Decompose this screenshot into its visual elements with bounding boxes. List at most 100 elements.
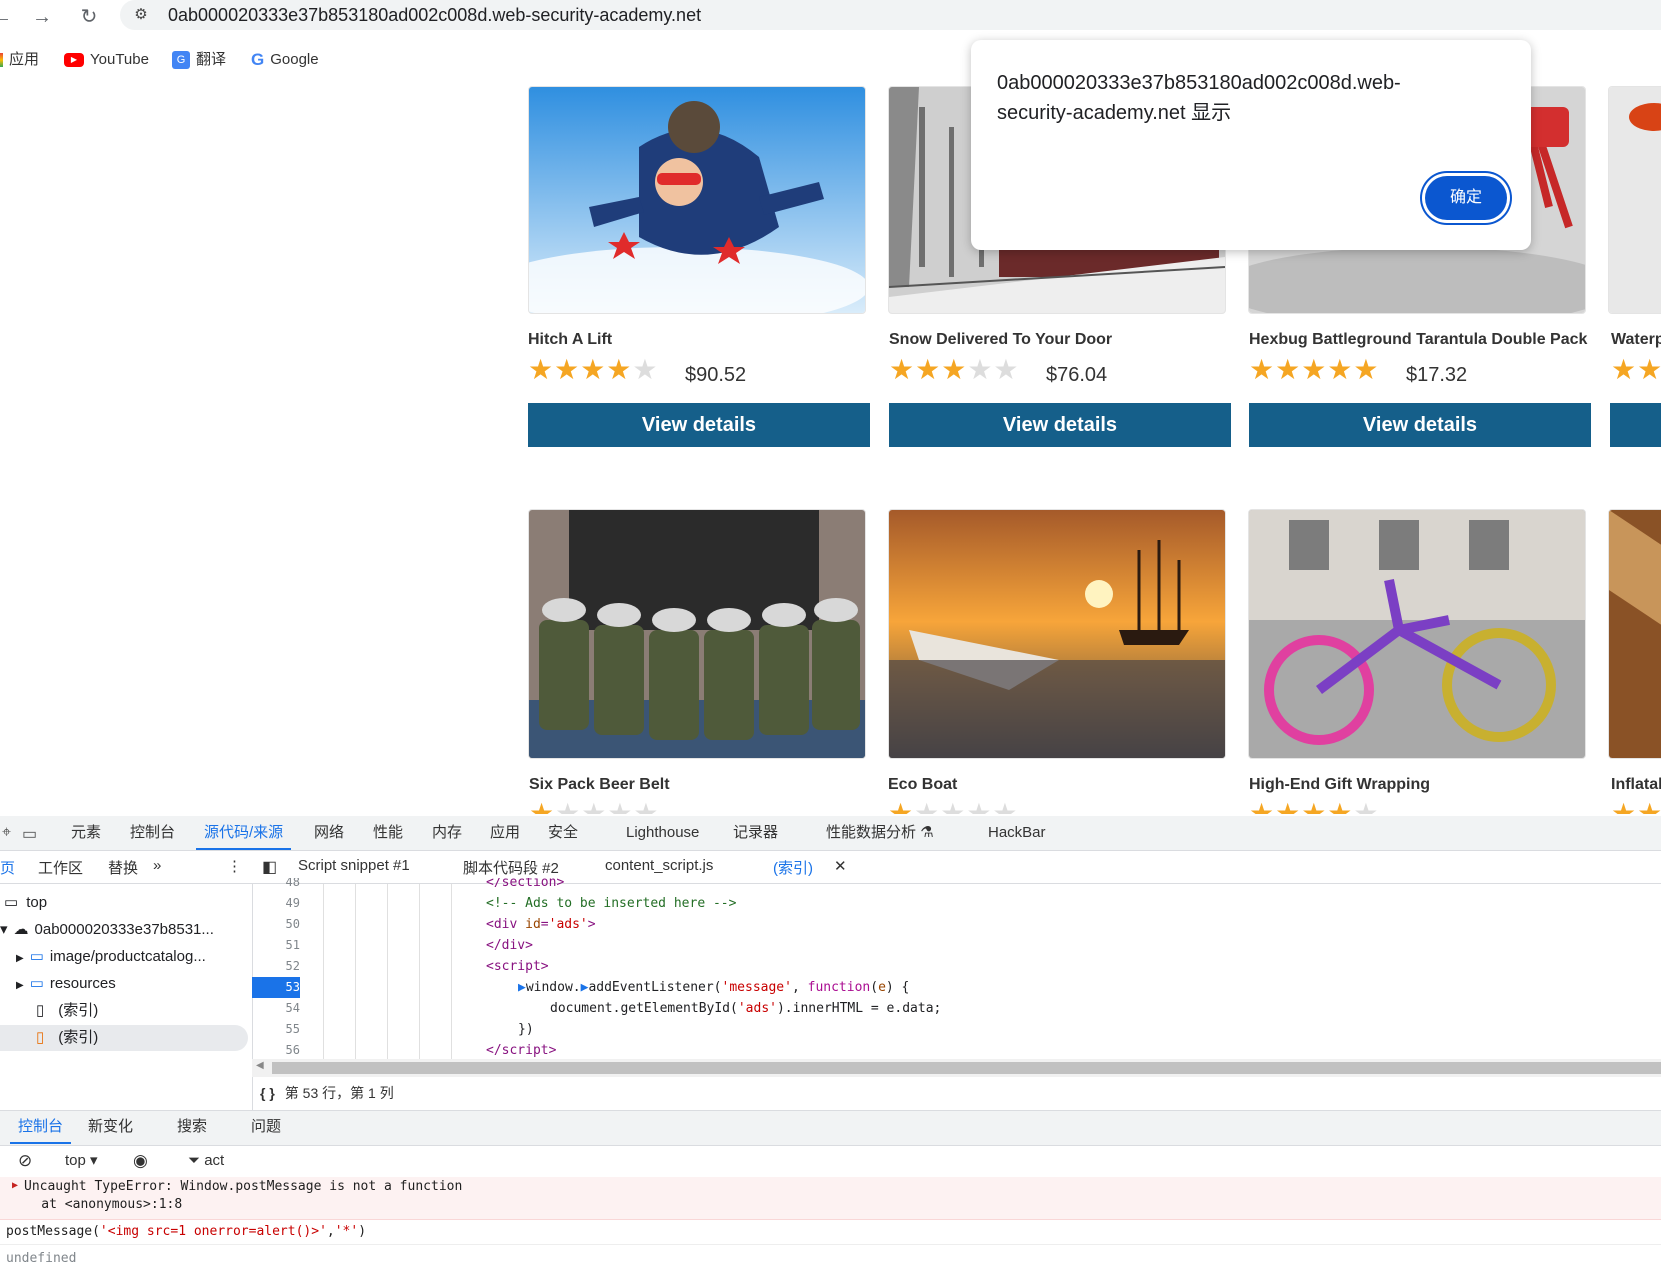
product-image-waterproof[interactable]: [1608, 86, 1661, 314]
partial-product-image: [1609, 87, 1661, 313]
tree-item-file[interactable]: ▯ (索引): [0, 998, 248, 1024]
bookmark-google[interactable]: G Google: [251, 50, 319, 70]
product-image-gift-wrapping[interactable]: [1248, 509, 1586, 759]
pretty-print-icon[interactable]: { }: [260, 1085, 275, 1101]
line-number: 55: [285, 1022, 300, 1036]
editor-tab[interactable]: Script snippet #1: [298, 857, 410, 874]
code-line: </script>: [486, 1043, 557, 1058]
alert-dialog: 0ab000020333e37b853180ad002c008d.web- se…: [971, 40, 1531, 250]
console-filter[interactable]: ⏷ act: [188, 1150, 224, 1172]
bookmark-label: 应用: [9, 51, 40, 68]
alert-message-line: security-academy.net 显示: [997, 102, 1232, 124]
bookmark-label: YouTube: [90, 51, 149, 68]
google-icon: G: [251, 50, 265, 70]
tab-label: 性能数据分析: [826, 824, 917, 841]
tab-lighthouse[interactable]: Lighthouse: [626, 816, 699, 850]
close-tab-icon[interactable]: ✕: [834, 857, 847, 875]
drawer-tab-console[interactable]: 控制台: [10, 1110, 72, 1144]
drawer-tab-issues[interactable]: 问题: [251, 1110, 281, 1144]
device-toggle-icon[interactable]: ▭: [22, 824, 37, 844]
code-line: <div id='ads'>: [486, 917, 596, 932]
document-icon: ▯: [36, 1029, 45, 1046]
product-image-inflatable[interactable]: [1608, 509, 1661, 759]
drawer-tab-search[interactable]: 搜索: [177, 1110, 207, 1144]
tree-item-folder[interactable]: ▶ ▭ image/productcatalog...: [0, 944, 248, 970]
product-rating: ★★: [1611, 800, 1661, 814]
tree-item-top[interactable]: ▭ top: [0, 890, 248, 916]
view-details-button[interactable]: View details: [1249, 403, 1591, 447]
view-details-button[interactable]: [1610, 403, 1661, 447]
product-name: Hitch A Lift: [528, 331, 613, 348]
code-line: document.getElementById('ads').innerHTML…: [550, 1001, 942, 1016]
tree-label: 0ab000020333e37b8531...: [34, 921, 214, 938]
toggle-navigator-icon[interactable]: ◧: [262, 857, 277, 877]
context-selector[interactable]: top ▾: [65, 1150, 98, 1172]
url-text[interactable]: 0ab000020333e37b853180ad002c008d.web-sec…: [168, 4, 701, 26]
scroll-left-icon[interactable]: ◀: [256, 1060, 264, 1071]
product-image-hitch-a-lift[interactable]: [528, 86, 866, 314]
tree-label: resources: [49, 975, 116, 992]
view-details-button[interactable]: View details: [528, 403, 870, 447]
clear-console-icon[interactable]: ⊘: [18, 1150, 32, 1172]
scrollbar-thumb[interactable]: [272, 1062, 1661, 1074]
product-image-six-pack-beer-belt[interactable]: [528, 509, 866, 759]
tab-memory[interactable]: 内存: [432, 816, 462, 850]
bookmark-label: 翻译: [196, 51, 227, 68]
back-icon[interactable]: ←: [0, 3, 16, 31]
error-stack: at <anonymous>:1:8: [10, 1197, 183, 1212]
dropdown-arrow-icon: ▾: [90, 1152, 98, 1169]
product-name: Snow Delivered To Your Door: [889, 331, 1113, 348]
bookmark-youtube[interactable]: ▶ YouTube: [64, 50, 149, 70]
code-editor[interactable]: 48 49 50 51 52 53 54 55 56 </section> <!…: [252, 878, 1661, 1059]
more-tabs-icon[interactable]: »: [153, 857, 161, 874]
line-number-breakpoint[interactable]: 53: [252, 977, 300, 998]
knitted-bike-image: [1249, 510, 1585, 758]
product-image-eco-boat[interactable]: [888, 509, 1226, 759]
navigator-tab-page[interactable]: 页: [0, 857, 15, 878]
editor-tab[interactable]: 脚本代码段 #2: [463, 857, 559, 878]
tab-sources[interactable]: 源代码/来源: [196, 816, 292, 850]
tab-performance[interactable]: 性能: [373, 816, 403, 850]
beer-belt-image: [529, 510, 865, 758]
editor-tab[interactable]: content_script.js: [605, 857, 713, 874]
site-info-icon[interactable]: ⚙: [130, 4, 152, 26]
reload-icon[interactable]: ↻: [75, 3, 103, 31]
collapsed-arrow-icon: ▶: [16, 953, 24, 964]
tree-item-origin[interactable]: ▾ ☁ 0ab000020333e37b8531...: [0, 917, 248, 943]
tree-item-folder[interactable]: ▶ ▭ resources: [0, 971, 248, 997]
tab-security[interactable]: 安全: [548, 816, 578, 850]
line-number: 56: [285, 1043, 300, 1057]
product-rating: ★★★★★: [888, 800, 1019, 814]
product-rating: ★★★★★: [528, 354, 659, 385]
product-name: Eco Boat: [888, 776, 958, 793]
divider: [0, 1244, 1661, 1245]
tab-network[interactable]: 网络: [314, 816, 344, 850]
bookmark-translate[interactable]: G 翻译: [172, 50, 226, 70]
line-number: 50: [285, 917, 300, 931]
bookmark-apps[interactable]: 应用: [0, 50, 39, 70]
view-details-button[interactable]: View details: [889, 403, 1231, 447]
expand-error-icon[interactable]: ▶: [12, 1180, 18, 1191]
tab-console[interactable]: 控制台: [130, 816, 175, 850]
drawer-tab-changes[interactable]: 新变化: [88, 1110, 133, 1144]
product-name: High-End Gift Wrapping: [1249, 776, 1431, 793]
more-options-icon[interactable]: ⋮: [227, 857, 242, 875]
tab-hackbar[interactable]: HackBar: [988, 816, 1046, 850]
editor-tab-active[interactable]: (索引): [773, 857, 813, 878]
tab-performance-insights[interactable]: 性能数据分析 ⚗: [826, 816, 934, 850]
cloud-icon: ☁: [13, 921, 29, 938]
navigator-tab-workspace[interactable]: 工作区: [38, 857, 83, 878]
forward-icon[interactable]: →: [28, 3, 56, 31]
live-expression-eye-icon[interactable]: ◉: [133, 1150, 148, 1172]
line-number: 51: [285, 938, 300, 952]
inspect-icon[interactable]: ⌖: [2, 824, 11, 842]
tab-elements[interactable]: 元素: [71, 816, 101, 850]
code-line: ▶window.▶addEventListener('message', fun…: [518, 980, 910, 995]
code-line: <!-- Ads to be inserted here -->: [486, 896, 737, 911]
code-line: </div>: [486, 938, 533, 953]
tab-application[interactable]: 应用: [490, 816, 520, 850]
navigator-tab-overrides[interactable]: 替换: [108, 857, 138, 878]
tab-recorder[interactable]: 记录器: [733, 816, 778, 850]
alert-ok-button[interactable]: 确定: [1425, 176, 1507, 220]
tree-item-file-selected[interactable]: ▯ (索引): [0, 1025, 248, 1051]
